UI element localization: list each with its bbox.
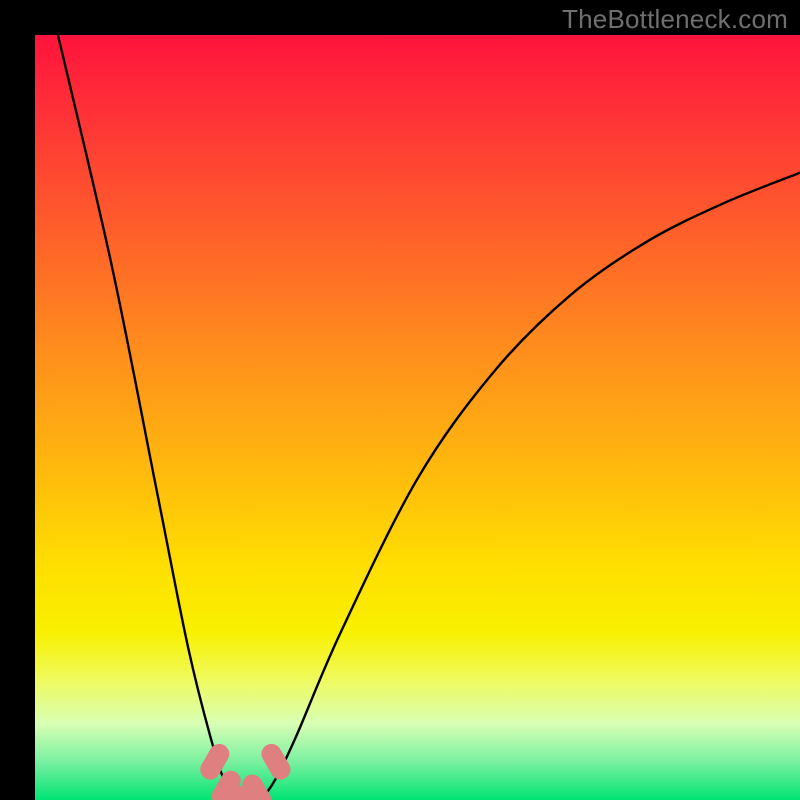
curve-svg xyxy=(35,35,800,800)
curve-markers xyxy=(210,754,280,800)
chart-frame: TheBottleneck.com xyxy=(0,0,800,800)
curve-marker xyxy=(271,754,280,770)
bottleneck-curve xyxy=(58,35,800,800)
plot-area xyxy=(35,35,800,800)
curve-marker xyxy=(252,785,261,800)
watermark-text: TheBottleneck.com xyxy=(562,4,788,35)
curve-marker xyxy=(210,754,219,770)
